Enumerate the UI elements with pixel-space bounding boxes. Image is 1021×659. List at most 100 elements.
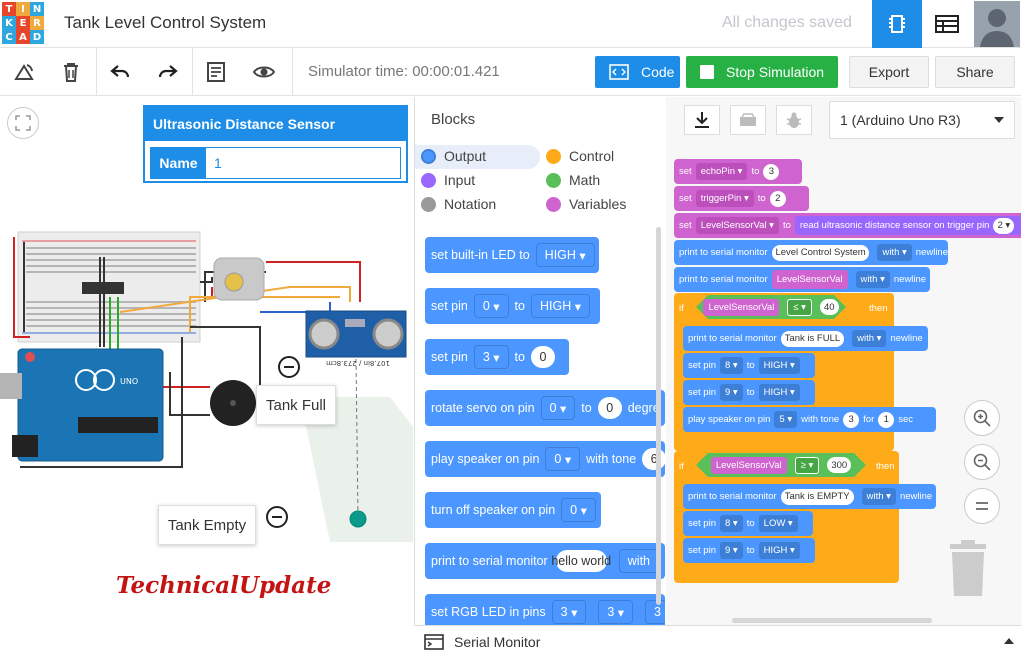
block-set-echopin[interactable]: set echoPin ▾ to 3 xyxy=(674,159,802,184)
arduino-uno[interactable]: UNO xyxy=(0,348,164,462)
debugger-button[interactable] xyxy=(776,105,812,135)
dropdown[interactable]: 3 ▾ xyxy=(473,345,509,369)
zoom-out-button[interactable] xyxy=(964,444,1000,480)
dropdown[interactable]: 3 ▾ xyxy=(551,600,587,624)
dropdown[interactable]: 0 ▾ xyxy=(540,396,576,420)
dropdown[interactable]: 0 ▾ xyxy=(561,498,596,522)
device-select[interactable]: 1 (Arduino Uno R3) xyxy=(829,101,1015,139)
category-math[interactable]: Math xyxy=(546,172,600,188)
block-set-pin-8-low[interactable]: set pin 8 ▾ to LOW ▾ xyxy=(683,511,813,536)
redo-button[interactable] xyxy=(152,56,184,88)
block-set-pin-analog[interactable]: set pin 3 ▾ to 0 xyxy=(425,339,569,375)
trash-can[interactable] xyxy=(948,540,988,601)
dropdown[interactable]: with ▾ xyxy=(852,330,887,347)
value-input[interactable]: hello world xyxy=(551,550,611,572)
delete-button[interactable] xyxy=(55,56,87,88)
dropdown[interactable]: with ▾ xyxy=(877,244,912,261)
variable-reporter[interactable]: LevelSensorVal xyxy=(703,298,780,316)
code-button[interactable]: Code xyxy=(595,56,680,88)
block-print-serial[interactable]: print to serial monitor hello world with xyxy=(425,543,665,579)
value-input[interactable]: 6 xyxy=(642,448,665,470)
block-play-speaker[interactable]: play speaker on pin 5 ▾ with tone 3 for 1 sec xyxy=(683,407,936,432)
block-print-empty[interactable]: print to serial monitor Tank is EMPTY with… xyxy=(683,484,936,509)
dropdown[interactable]: HIGH ▾ xyxy=(530,294,590,318)
block-set-triggerpin[interactable]: set triggerPin ▾ to 2 xyxy=(674,186,809,211)
block-print-level[interactable]: print to serial monitor LevelSensorVal wit… xyxy=(674,267,930,292)
dropdown[interactable]: with ▾ xyxy=(861,488,896,505)
block-set-levelsensorval[interactable]: set LevelSensorVal ▾ to read ultrasonic dis… xyxy=(674,213,1021,238)
block-print-full[interactable]: print to serial monitor Tank is FULL with … xyxy=(683,326,928,351)
dropdown[interactable]: with xyxy=(618,549,659,573)
block-rotate-servo[interactable]: rotate servo on pin 0 ▾ to 0 degre xyxy=(425,390,665,426)
compare-block[interactable]: LevelSensorVal ≤ ▾ 40 xyxy=(696,295,846,319)
block-set-pin-9-high[interactable]: set pin 9 ▾ to HIGH ▾ xyxy=(683,380,815,405)
value-input[interactable]: 300 xyxy=(827,457,852,473)
state-dropdown[interactable]: HIGH ▾ xyxy=(758,384,800,401)
block-set-pin-8-high[interactable]: set pin 8 ▾ to HIGH ▾ xyxy=(683,353,815,378)
project-title[interactable]: Tank Level Control System xyxy=(64,13,266,33)
state-dropdown[interactable]: HIGH ▾ xyxy=(758,542,800,559)
block-set-pin-9-high[interactable]: set pin 9 ▾ to HIGH ▾ xyxy=(683,538,815,563)
ultrasonic-sensor[interactable] xyxy=(305,310,407,358)
dropdown[interactable]: 0 ▾ xyxy=(545,447,581,471)
value-input[interactable]: 0 xyxy=(597,397,622,419)
value-input[interactable]: 2 xyxy=(769,190,786,207)
category-control[interactable]: Control xyxy=(546,148,614,164)
value-input[interactable]: 40 xyxy=(819,299,839,315)
value-input[interactable]: Tank is FULL xyxy=(780,330,845,347)
dropdown[interactable]: 3 ▾ xyxy=(598,600,634,624)
value-input[interactable]: 0 xyxy=(530,346,555,368)
component-list-button[interactable] xyxy=(922,0,972,48)
rotate-button[interactable] xyxy=(8,56,40,88)
variable-dropdown[interactable]: echoPin ▾ xyxy=(695,163,748,180)
chevron-up-icon[interactable] xyxy=(1004,638,1014,644)
category-input[interactable]: Input xyxy=(421,172,475,188)
block-print-title[interactable]: print to serial monitor Level Control Sys… xyxy=(674,240,948,265)
pin-dropdown[interactable]: 9 ▾ xyxy=(720,542,743,559)
block-play-speaker[interactable]: play speaker on pin 0 ▾ with tone 6 xyxy=(425,441,665,477)
category-output[interactable]: Output xyxy=(421,148,486,164)
block-set-pin-digital[interactable]: set pin 0 ▾ to HIGH ▾ xyxy=(425,288,600,324)
dc-motor[interactable] xyxy=(213,257,265,301)
variable-dropdown[interactable]: triggerPin ▾ xyxy=(695,190,754,207)
category-variables[interactable]: Variables xyxy=(546,196,626,212)
minus-icon[interactable] xyxy=(278,356,300,378)
block-set-builtin-led[interactable]: set built-in LED to HIGH ▾ xyxy=(425,237,599,273)
value-input[interactable]: 1 xyxy=(878,411,895,428)
notes-button[interactable] xyxy=(200,56,232,88)
pin-dropdown[interactable]: 8 ▾ xyxy=(720,515,743,532)
value-input[interactable]: Tank is EMPTY xyxy=(780,488,854,505)
block-set-rgb-led[interactable]: set RGB LED in pins 3 ▾ 3 ▾ 3 xyxy=(425,594,665,625)
workspace-scrollbar[interactable] xyxy=(732,618,932,623)
pin-dropdown[interactable]: 8 ▾ xyxy=(720,357,743,374)
tinkercad-logo[interactable]: T I N K E R C A D xyxy=(2,2,44,44)
pin-dropdown[interactable]: 2 ▾ xyxy=(993,217,1015,234)
block-turn-off-speaker[interactable]: turn off speaker on pin 0 ▾ xyxy=(425,492,601,528)
value-input[interactable]: Level Control System xyxy=(771,244,870,261)
category-notation[interactable]: Notation xyxy=(421,196,496,212)
operator-dropdown[interactable]: ≤ ▾ xyxy=(787,298,812,316)
reset-zoom-button[interactable] xyxy=(964,488,1000,524)
export-button[interactable]: Export xyxy=(849,56,929,88)
dropdown[interactable]: 0 ▾ xyxy=(473,294,509,318)
variable-reporter[interactable]: LevelSensorVal xyxy=(710,456,787,474)
operator-dropdown[interactable]: ≥ ▾ xyxy=(794,456,820,474)
dropdown[interactable]: HIGH ▾ xyxy=(535,243,595,267)
serial-monitor-bar[interactable]: Serial Monitor xyxy=(414,625,1021,659)
user-avatar[interactable] xyxy=(972,0,1021,48)
undo-button[interactable] xyxy=(104,56,136,88)
zoom-in-button[interactable] xyxy=(964,400,1000,436)
minus-icon[interactable] xyxy=(266,506,288,528)
read-ultrasonic-block[interactable]: read ultrasonic distance sensor on trigg… xyxy=(794,216,1021,235)
circuit-canvas[interactable]: Ultrasonic Distance Sensor Name 1 107.8i… xyxy=(0,97,413,659)
stop-simulation-button[interactable]: Stop Simulation xyxy=(686,56,838,88)
state-dropdown[interactable]: LOW ▾ xyxy=(758,515,798,532)
share-button[interactable]: Share xyxy=(935,56,1015,88)
state-dropdown[interactable]: HIGH ▾ xyxy=(758,357,800,374)
value-input[interactable]: 3 xyxy=(763,163,780,180)
pin-dropdown[interactable]: 9 ▾ xyxy=(720,384,743,401)
dropdown[interactable]: 3 xyxy=(645,600,665,624)
pin-dropdown[interactable]: 5 ▾ xyxy=(774,411,798,428)
schematic-view-button[interactable] xyxy=(872,0,922,48)
compare-block[interactable]: LevelSensorVal ≥ ▾ 300 xyxy=(696,453,866,477)
